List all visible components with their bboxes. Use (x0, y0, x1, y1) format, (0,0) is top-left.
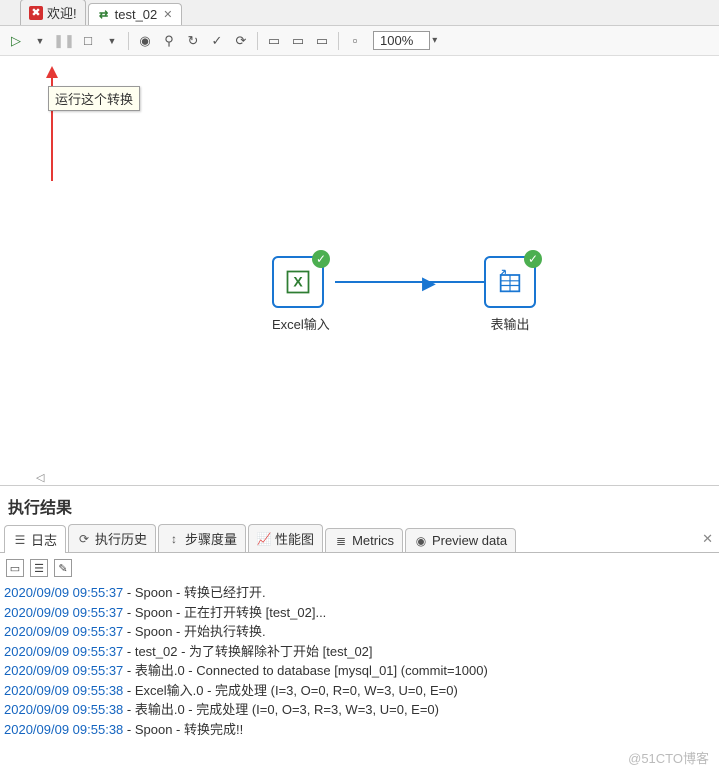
rtab-log-label: 日志 (31, 530, 57, 549)
show-results-button[interactable]: ▭ (311, 30, 333, 52)
log-line: 2020/09/09 09:55:37 - Spoon - 转换已经打开. (4, 583, 715, 603)
log-icon: ☰ (13, 533, 27, 547)
replay-button[interactable]: ↻ (182, 30, 204, 52)
sql-button[interactable]: ▭ (263, 30, 285, 52)
tab-welcome-label: 欢迎! (47, 3, 77, 22)
log-settings-button[interactable]: ☰ (30, 559, 48, 577)
close-panel-icon[interactable]: ✕ (702, 531, 713, 547)
rtab-step-metrics[interactable]: ↕ 步骤度量 (158, 524, 246, 552)
excel-input-icon: X ✓ (272, 256, 324, 308)
history-icon: ⟳ (77, 532, 91, 546)
rtab-metrics[interactable]: ≣ Metrics (325, 528, 403, 552)
svg-text:X: X (293, 274, 303, 290)
stop-button[interactable]: □ (77, 30, 99, 52)
hop-arrow-icon: ▶ (422, 273, 436, 294)
log-line: 2020/09/09 09:55:38 - Spoon - 转换完成!! (4, 720, 715, 740)
step-table-label: 表输出 (484, 314, 536, 333)
results-header: 执行结果 (0, 486, 719, 524)
rtab-metrics-label: Metrics (352, 533, 394, 548)
separator (128, 32, 129, 50)
align-button[interactable]: ▫ (344, 30, 366, 52)
rtab-perf[interactable]: 📈 性能图 (248, 524, 323, 552)
scroll-left-icon[interactable]: ◁ (36, 471, 48, 483)
preview-icon: ◉ (414, 534, 428, 548)
stop-dropdown[interactable]: ▼ (101, 30, 123, 52)
log-line: 2020/09/09 09:55:37 - test_02 - 为了转换解除补丁… (4, 642, 715, 662)
close-icon[interactable]: ✕ (163, 8, 172, 21)
log-copy-button[interactable]: ✎ (54, 559, 72, 577)
perf-icon: 📈 (257, 532, 271, 546)
transform-icon: ⇄ (97, 8, 111, 22)
debug-button[interactable]: ⚲ (158, 30, 180, 52)
tab-welcome[interactable]: ✖ 欢迎! (20, 0, 86, 25)
tab-test02[interactable]: ⇄ test_02 ✕ (88, 3, 182, 25)
rtab-history[interactable]: ⟳ 执行历史 (68, 524, 156, 552)
success-badge-icon: ✓ (312, 250, 330, 268)
log-line: 2020/09/09 09:55:37 - 表输出.0 - Connected … (4, 661, 715, 681)
rtab-perf-label: 性能图 (275, 529, 314, 548)
welcome-icon: ✖ (29, 6, 43, 20)
editor-tabs: ✖ 欢迎! ⇄ test_02 ✕ (0, 0, 719, 26)
preview-button[interactable]: ◉ (134, 30, 156, 52)
log-lines[interactable]: 2020/09/09 09:55:37 - Spoon - 转换已经打开.202… (4, 583, 715, 739)
step-excel-input[interactable]: X ✓ Excel输入 (272, 256, 330, 333)
separator (257, 32, 258, 50)
success-badge-icon: ✓ (524, 250, 542, 268)
verify-button[interactable]: ✓ (206, 30, 228, 52)
step-metrics-icon: ↕ (167, 532, 181, 546)
hop-line[interactable] (335, 281, 495, 283)
toolbar: ▷ ▼ ❚❚ □ ▼ ◉ ⚲ ↻ ✓ ⟳ ▭ ▭ ▭ ▫ 100% ▾ (0, 26, 719, 56)
rtab-log[interactable]: ☰ 日志 (4, 525, 66, 553)
log-controls: ▭ ☰ ✎ (4, 557, 715, 583)
rtab-preview[interactable]: ◉ Preview data (405, 528, 516, 552)
log-clear-button[interactable]: ▭ (6, 559, 24, 577)
watermark: @51CTO博客 (628, 748, 709, 767)
table-output-icon: ✓ (484, 256, 536, 308)
explore-db-button[interactable]: ▭ (287, 30, 309, 52)
tab-test02-label: test_02 (115, 7, 158, 22)
canvas[interactable]: 运行这个转换 X ✓ Excel输入 ▶ ✓ 表输出 ◁ (0, 56, 719, 486)
step-excel-label: Excel输入 (272, 314, 330, 333)
log-line: 2020/09/09 09:55:37 - Spoon - 正在打开转换 [te… (4, 603, 715, 623)
separator (338, 32, 339, 50)
impact-button[interactable]: ⟳ (230, 30, 252, 52)
step-table-output[interactable]: ✓ 表输出 (484, 256, 536, 333)
run-button[interactable]: ▷ (5, 30, 27, 52)
rtab-history-label: 执行历史 (95, 529, 147, 548)
log-line: 2020/09/09 09:55:38 - Excel输入.0 - 完成处理 (… (4, 681, 715, 701)
annotation-arrow (42, 66, 62, 186)
chevron-down-icon[interactable]: ▾ (432, 35, 437, 46)
rtab-preview-label: Preview data (432, 533, 507, 548)
metrics-icon: ≣ (334, 534, 348, 548)
log-line: 2020/09/09 09:55:38 - 表输出.0 - 完成处理 (I=0,… (4, 700, 715, 720)
run-dropdown[interactable]: ▼ (29, 30, 51, 52)
zoom-control[interactable]: 100% ▾ (373, 31, 437, 50)
rtab-steps-label: 步骤度量 (185, 529, 237, 548)
pause-button[interactable]: ❚❚ (53, 30, 75, 52)
log-panel: ▭ ☰ ✎ 2020/09/09 09:55:37 - Spoon - 转换已经… (0, 553, 719, 743)
zoom-value[interactable]: 100% (373, 31, 430, 50)
results-tabs: ☰ 日志 ⟳ 执行历史 ↕ 步骤度量 📈 性能图 ≣ Metrics ◉ Pre… (0, 524, 719, 553)
log-line: 2020/09/09 09:55:37 - Spoon - 开始执行转换. (4, 622, 715, 642)
run-tooltip: 运行这个转换 (48, 86, 140, 111)
results-title: 执行结果 (8, 494, 711, 518)
